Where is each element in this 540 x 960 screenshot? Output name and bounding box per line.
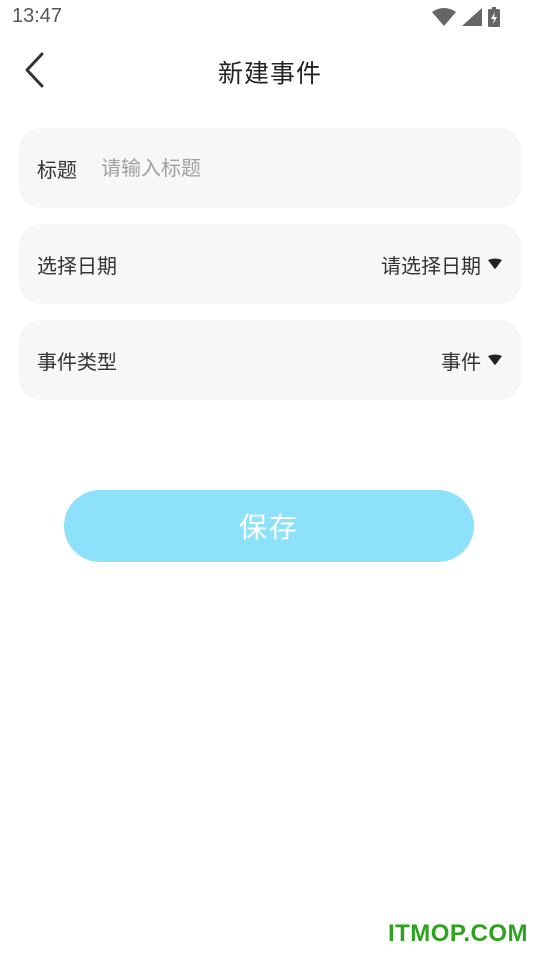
- page-title: 新建事件: [217, 59, 322, 88]
- caret-down-icon: [488, 258, 502, 269]
- site-watermark: ITMOP.COM: [387, 920, 528, 947]
- app-bar: 新建事件: [0, 40, 540, 100]
- status-icons: [432, 6, 500, 28]
- status-time: 13:47: [12, 5, 63, 27]
- event-type-field-card[interactable]: 事件类型 事件: [19, 320, 521, 400]
- new-event-screen: 13:47 新建事件 标题 选择日期: [0, 0, 540, 960]
- date-select-value: 请选择日期: [381, 253, 481, 278]
- battery-charging-icon: [488, 7, 500, 27]
- title-field-label: 标题: [37, 157, 77, 182]
- event-type-field-label: 事件类型: [37, 349, 117, 374]
- save-button[interactable]: 保存: [64, 490, 474, 562]
- caret-down-icon: [488, 354, 502, 365]
- event-type-select-value: 事件: [441, 349, 481, 374]
- wifi-icon: [432, 8, 456, 26]
- date-field-card[interactable]: 选择日期 请选择日期: [19, 224, 521, 304]
- date-select[interactable]: 请选择日期: [381, 250, 503, 279]
- title-input[interactable]: [101, 148, 503, 188]
- title-field-card: 标题: [19, 128, 521, 208]
- status-bar: 13:47: [0, 0, 540, 34]
- event-type-select[interactable]: 事件: [441, 346, 503, 375]
- date-field-label: 选择日期: [37, 253, 117, 278]
- cellular-signal-icon: [462, 8, 482, 26]
